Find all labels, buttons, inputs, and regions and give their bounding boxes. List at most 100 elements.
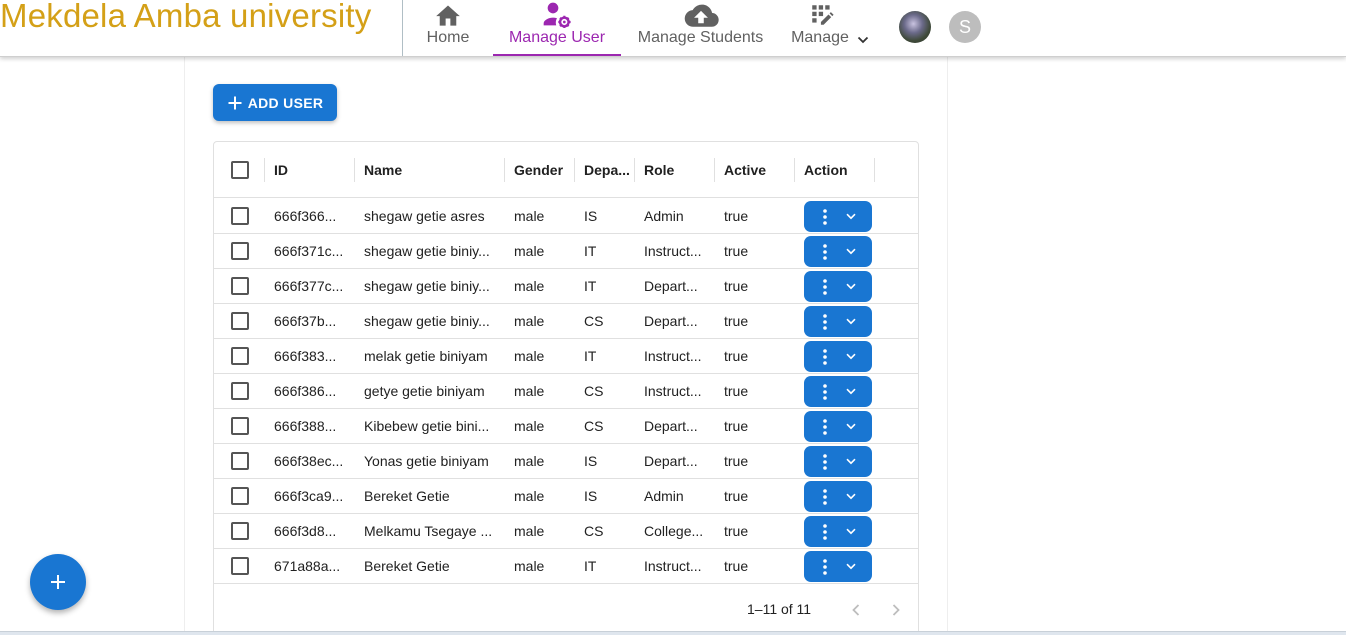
user-avatar[interactable]: S [949,11,981,43]
row-actions-dropdown-button[interactable] [846,411,872,442]
cell-id: 666f383... [274,339,352,373]
table-row[interactable]: 666f386... getye getie biniyam male CS Instr… [214,374,918,409]
table-row[interactable]: 666f38ec... Yonas getie biniyam male IS Depa… [214,444,918,479]
row-action-button-group [804,481,872,512]
user-avatar-photo[interactable] [899,11,931,43]
nav-manage-students[interactable]: Manage Students [637,0,764,56]
row-actions-dropdown-button[interactable] [846,236,872,267]
row-actions-dropdown-button[interactable] [846,481,872,512]
table-row[interactable]: 666f37b... shegaw getie biniy... male CS Dep… [214,304,918,339]
cell-id: 666f388... [274,409,352,443]
cell-department-text: IS [584,488,598,504]
row-checkbox[interactable] [231,522,249,540]
cell-id-text: 671a88a... [274,558,341,574]
row-actions-dropdown-button[interactable] [846,271,872,302]
table-row[interactable]: 666f3d8... Melkamu Tsegaye ... male CS Colle… [214,514,918,549]
nav-manage-menu[interactable]: Manage [788,0,872,56]
table-row[interactable]: 666f3ca9... Bereket Getie male IS Admin true [214,479,918,514]
column-header-role[interactable]: Role [644,142,674,198]
cell-name-text: shegaw getie asres [364,208,485,224]
cell-role: Admin [644,199,710,233]
row-checkbox[interactable] [231,417,249,435]
table-row[interactable]: 666f388... Kibebew getie bini... male CS Dep… [214,409,918,444]
row-actions-button[interactable] [804,551,846,582]
chevron-down-icon [846,493,856,500]
row-actions-dropdown-button[interactable] [846,341,872,372]
row-checkbox[interactable] [231,207,249,225]
cell-gender: male [514,269,570,303]
cell-name: Bereket Getie [364,479,496,513]
cell-department: IS [584,444,628,478]
cell-department-text: IT [584,278,597,294]
row-checkbox[interactable] [231,452,249,470]
add-user-button[interactable]: ADD USER [213,84,337,121]
cell-gender: male [514,304,570,338]
column-header-name[interactable]: Name [364,142,402,198]
cell-active-text: true [724,383,749,399]
row-actions-button[interactable] [804,516,846,547]
cell-role: College... [644,514,710,548]
row-actions-button[interactable] [804,201,846,232]
cell-name-text: getye getie biniyam [364,383,485,399]
column-header-gender[interactable]: Gender [514,142,563,198]
more-vert-icon [823,383,827,400]
table-row[interactable]: 666f371c... shegaw getie biniy... male IT In… [214,234,918,269]
row-checkbox[interactable] [231,347,249,365]
row-checkbox[interactable] [231,277,249,295]
cell-active-text: true [724,243,749,259]
row-checkbox[interactable] [231,557,249,575]
cell-role-text: Depart... [644,453,698,469]
row-actions-button[interactable] [804,411,846,442]
cell-id: 666f3ca9... [274,479,352,513]
plus-icon [51,575,65,589]
row-action-button-group [804,376,872,407]
row-actions-button[interactable] [804,341,846,372]
row-checkbox[interactable] [231,487,249,505]
column-separator [634,158,635,182]
nav-home[interactable]: Home [420,0,476,56]
column-header-id[interactable]: ID [274,142,288,198]
row-actions-button[interactable] [804,481,846,512]
cell-role-text: Instruct... [644,383,702,399]
cell-name-text: shegaw getie biniy... [364,313,490,329]
row-actions-button[interactable] [804,236,846,267]
column-separator [264,158,265,182]
table-row[interactable]: 671a88a... Bereket Getie male IT Instruct...… [214,549,918,584]
row-actions-dropdown-button[interactable] [846,551,872,582]
bottom-strip [0,631,1346,635]
select-all-checkbox[interactable] [231,161,249,179]
home-icon [433,0,463,28]
row-actions-dropdown-button[interactable] [846,201,872,232]
cell-id: 666f371c... [274,234,352,268]
row-actions-button[interactable] [804,376,846,407]
cell-gender: male [514,339,570,373]
nav-manage-user[interactable]: Manage User [493,0,621,56]
cell-gender: male [514,514,570,548]
table-row[interactable]: 666f366... shegaw getie asres male IS Admin t… [214,199,918,234]
table-row[interactable]: 666f377c... shegaw getie biniy... male IT De… [214,269,918,304]
row-actions-dropdown-button[interactable] [846,376,872,407]
cell-active: true [724,479,788,513]
cell-gender: male [514,409,570,443]
row-checkbox[interactable] [231,242,249,260]
row-actions-dropdown-button[interactable] [846,516,872,547]
floating-add-button[interactable] [30,554,86,610]
row-actions-dropdown-button[interactable] [846,306,872,337]
chevron-down-icon [846,423,856,430]
column-separator [874,158,875,182]
column-header-active[interactable]: Active [724,142,766,198]
table-row[interactable]: 666f383... melak getie biniyam male IT Instr… [214,339,918,374]
previous-page-button[interactable] [844,598,868,622]
cell-active: true [724,549,788,583]
row-checkbox[interactable] [231,312,249,330]
nav-home-label: Home [426,29,470,46]
row-actions-dropdown-button[interactable] [846,446,872,477]
row-actions-button[interactable] [804,446,846,477]
row-actions-button[interactable] [804,271,846,302]
row-actions-button[interactable] [804,306,846,337]
column-header-department[interactable]: Depa... [584,142,630,198]
next-page-button[interactable] [884,598,908,622]
row-checkbox[interactable] [231,382,249,400]
nav-manage-label: Manage [791,29,849,46]
cell-role-text: Depart... [644,313,698,329]
